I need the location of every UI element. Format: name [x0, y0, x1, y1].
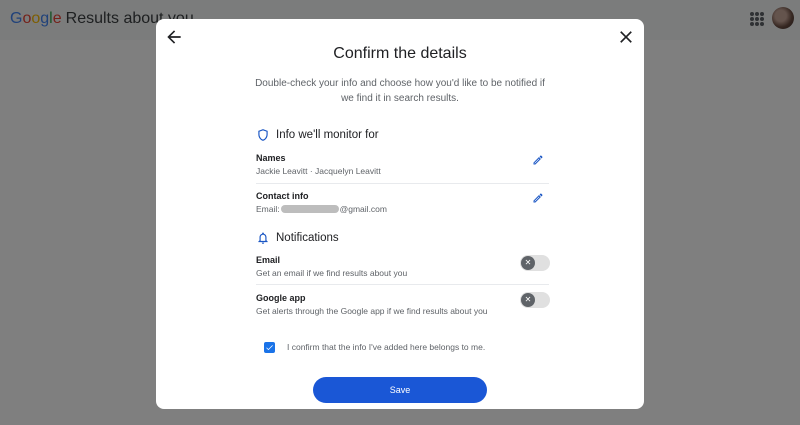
shield-icon	[258, 129, 268, 141]
monitor-section-label: Info we'll monitor for	[276, 129, 379, 141]
contact-info-label: Contact info	[256, 191, 309, 201]
google-app-notification-toggle[interactable]: ✕	[520, 292, 550, 308]
names-value: Jackie Leavitt · Jacquelyn Leavitt	[256, 166, 381, 176]
google-app-notification-row: Google app Get alerts through the Google…	[256, 293, 551, 316]
names-row: Names Jackie Leavitt · Jacquelyn Leavitt	[256, 153, 551, 176]
close-button[interactable]	[616, 27, 636, 47]
divider	[256, 183, 549, 184]
divider	[256, 284, 549, 285]
close-icon	[620, 31, 632, 43]
email-notification-label: Email	[256, 255, 281, 265]
email-suffix: @gmail.com	[339, 204, 387, 214]
contact-info-value: Email: @gmail.com	[256, 204, 551, 214]
edit-names-button[interactable]	[532, 153, 544, 165]
email-notification-desc: Get an email if we find results about yo…	[256, 268, 408, 278]
redacted-email	[280, 205, 339, 213]
notifications-section-label: Notifications	[276, 232, 339, 244]
email-notification-row: Email Get an email if we find results ab…	[256, 255, 551, 278]
names-label: Names	[256, 153, 286, 163]
toggle-knob: ✕	[521, 293, 535, 307]
bell-icon	[258, 232, 268, 244]
confirm-checkbox[interactable]	[264, 342, 275, 353]
toggle-knob: ✕	[521, 256, 535, 270]
checkmark-icon	[266, 345, 273, 351]
google-app-notification-desc: Get alerts through the Google app if we …	[256, 306, 488, 316]
confirm-label: I confirm that the info I've added here …	[287, 342, 486, 352]
google-app-notification-label: Google app	[256, 293, 306, 303]
arrow-back-icon	[167, 30, 181, 44]
close-icon: ✕	[524, 258, 532, 267]
email-notification-toggle[interactable]: ✕	[520, 255, 550, 271]
contact-info-row: Contact info Email: @gmail.com	[256, 191, 551, 214]
close-icon: ✕	[524, 295, 532, 304]
notifications-section-heading: Notifications	[256, 231, 339, 245]
edit-contact-button[interactable]	[532, 191, 544, 203]
back-button[interactable]	[164, 27, 184, 47]
pencil-icon	[533, 155, 543, 165]
dialog-title: Confirm the details	[333, 45, 467, 62]
monitor-section-heading: Info we'll monitor for	[256, 128, 379, 142]
save-button[interactable]: Save	[313, 377, 487, 403]
email-prefix: Email:	[256, 204, 280, 214]
pencil-icon	[533, 193, 543, 203]
confirm-details-dialog: Confirm the details Double-check your in…	[156, 19, 644, 409]
dialog-subtitle: Double-check your info and choose how yo…	[255, 78, 545, 104]
